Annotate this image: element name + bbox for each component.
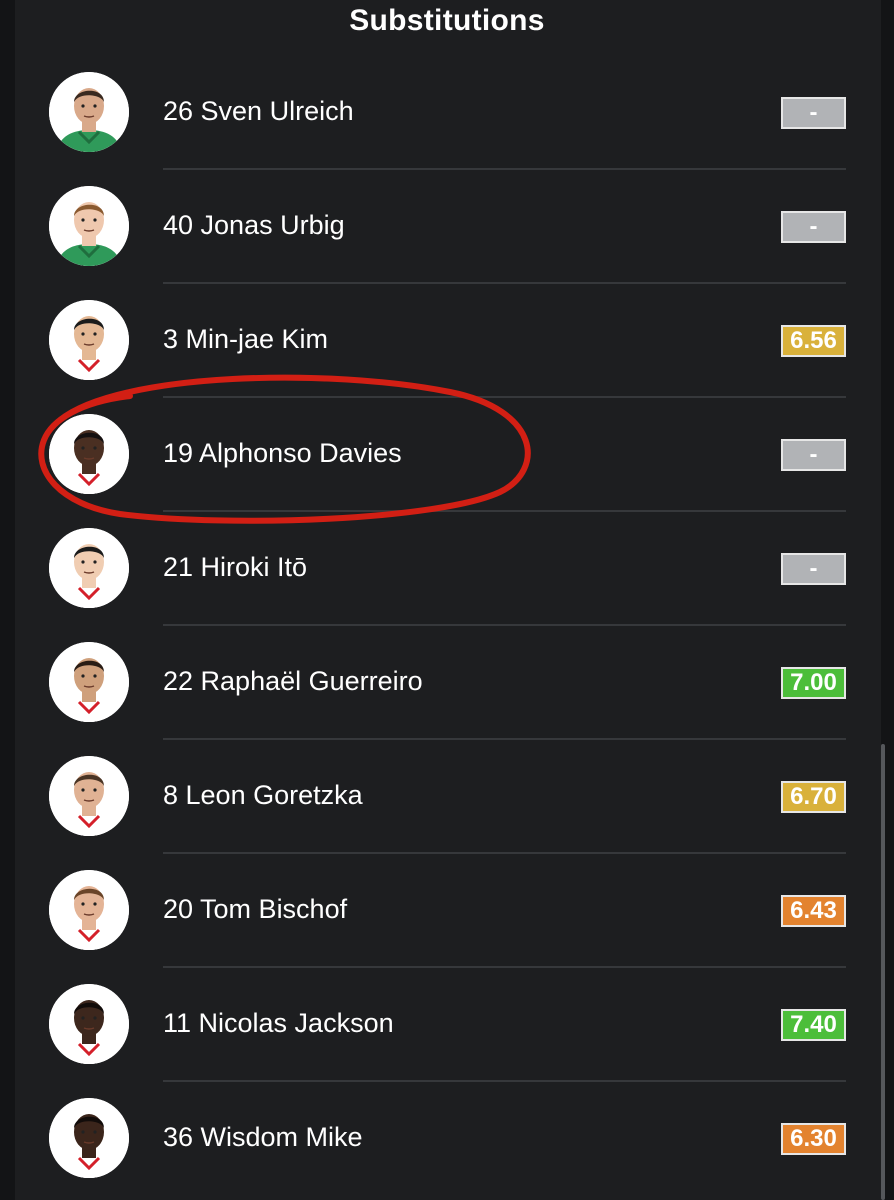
player-photo bbox=[49, 984, 129, 1064]
player-name: 26 Sven Ulreich bbox=[163, 96, 354, 126]
player-avatar[interactable] bbox=[49, 984, 129, 1064]
player-name: 19 Alphonso Davies bbox=[163, 438, 402, 468]
player-photo bbox=[49, 186, 129, 266]
player-row[interactable]: 19 Alphonso Davies - bbox=[0, 398, 894, 512]
rating-badge: - bbox=[781, 211, 846, 243]
player-avatar[interactable] bbox=[49, 414, 129, 494]
player-row[interactable]: 8 Leon Goretzka 6.70 bbox=[0, 740, 894, 854]
section-title: Substitutions bbox=[349, 4, 545, 37]
player-row[interactable]: 22 Raphaël Guerreiro 7.00 bbox=[0, 626, 894, 740]
player-avatar[interactable] bbox=[49, 642, 129, 722]
player-row[interactable]: 11 Nicolas Jackson 7.40 bbox=[0, 968, 894, 1082]
rating-badge: 6.56 bbox=[781, 325, 846, 357]
player-avatar[interactable] bbox=[49, 300, 129, 380]
rating-badge: - bbox=[781, 439, 846, 471]
scrollbar[interactable] bbox=[881, 744, 885, 1200]
player-photo bbox=[49, 870, 129, 950]
player-name: 22 Raphaël Guerreiro bbox=[163, 666, 423, 696]
rating-badge: - bbox=[781, 553, 846, 585]
player-avatar[interactable] bbox=[49, 756, 129, 836]
player-name: 11 Nicolas Jackson bbox=[163, 1008, 394, 1038]
player-name: 8 Leon Goretzka bbox=[163, 780, 363, 810]
player-avatar[interactable] bbox=[49, 1098, 129, 1178]
player-photo bbox=[49, 756, 129, 836]
player-avatar[interactable] bbox=[49, 870, 129, 950]
player-photo bbox=[49, 528, 129, 608]
rating-badge: - bbox=[781, 97, 846, 129]
rating-badge: 6.30 bbox=[781, 1123, 846, 1155]
player-photo bbox=[49, 1098, 129, 1178]
player-row[interactable]: 26 Sven Ulreich - bbox=[0, 56, 894, 170]
player-photo bbox=[49, 642, 129, 722]
player-row[interactable]: 20 Tom Bischof 6.43 bbox=[0, 854, 894, 968]
player-row[interactable]: 36 Wisdom Mike 6.30 bbox=[0, 1082, 894, 1196]
player-photo bbox=[49, 300, 129, 380]
player-name: 40 Jonas Urbig bbox=[163, 210, 345, 240]
rating-badge: 7.00 bbox=[781, 667, 846, 699]
player-photo bbox=[49, 414, 129, 494]
player-avatar[interactable] bbox=[49, 186, 129, 266]
rating-badge: 6.43 bbox=[781, 895, 846, 927]
player-avatar[interactable] bbox=[49, 528, 129, 608]
rating-badge: 7.40 bbox=[781, 1009, 846, 1041]
player-name: 3 Min-jae Kim bbox=[163, 324, 329, 354]
player-name: 20 Tom Bischof bbox=[163, 894, 348, 924]
player-row[interactable]: 40 Jonas Urbig - bbox=[0, 170, 894, 284]
player-name: 36 Wisdom Mike bbox=[163, 1122, 363, 1152]
substitutes-list: 26 Sven Ulreich - 40 Jonas Urbig - 3 Min-jae… bbox=[0, 56, 894, 1196]
player-avatar[interactable] bbox=[49, 72, 129, 152]
rating-badge: 6.70 bbox=[781, 781, 846, 813]
player-name: 21 Hiroki Itō bbox=[163, 552, 308, 582]
player-photo bbox=[49, 72, 129, 152]
player-row[interactable]: 21 Hiroki Itō - bbox=[0, 512, 894, 626]
player-row[interactable]: 3 Min-jae Kim 6.56 bbox=[0, 284, 894, 398]
